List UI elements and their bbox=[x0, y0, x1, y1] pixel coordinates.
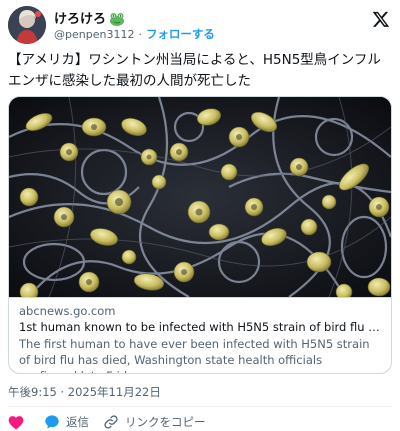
link-preview-card[interactable]: abcnews.go.com 1st human known to be inf… bbox=[8, 96, 392, 374]
user-handle[interactable]: @penpen3112 bbox=[54, 28, 134, 41]
link-description: The first human to have ever been infect… bbox=[19, 337, 370, 373]
link-title: 1st human known to be infected with H5N5… bbox=[19, 320, 381, 334]
reply-button[interactable]: 返信 bbox=[44, 414, 89, 430]
like-button[interactable] bbox=[8, 415, 30, 430]
link-icon bbox=[103, 414, 119, 430]
tweet-header: けろけろ @penpen3112 · フォローする bbox=[8, 4, 392, 44]
copy-link-button[interactable]: リンクをコピー bbox=[103, 414, 206, 430]
display-name[interactable]: けろけろ bbox=[54, 8, 106, 27]
tweet-embed-card: けろけろ @penpen3112 · フォローする 【アメリカ】ワシントン州当局… bbox=[0, 0, 400, 431]
link-domain: abcnews.go.com bbox=[19, 304, 116, 318]
avatar[interactable] bbox=[8, 6, 46, 44]
tweet-timestamp[interactable]: 午後9:15 · 2025年11月22日 bbox=[8, 384, 161, 400]
copy-link-label: リンクをコピー bbox=[125, 415, 206, 429]
link-card-info[interactable]: abcnews.go.com 1st human known to be inf… bbox=[9, 297, 391, 373]
article-image[interactable] bbox=[9, 97, 391, 297]
follow-button[interactable]: フォローする bbox=[146, 26, 215, 42]
frog-icon bbox=[109, 11, 125, 26]
tweet-text: 【アメリカ】ワシントン州当局によると、H5N5型鳥インフルエンザに感染した最初の… bbox=[8, 52, 381, 89]
speech-bubble-icon bbox=[44, 414, 60, 430]
heart-icon bbox=[8, 415, 24, 430]
x-logo-icon[interactable] bbox=[372, 10, 390, 28]
action-bar: 返信 リンクをコピー bbox=[8, 414, 206, 430]
separator-dot: · bbox=[138, 27, 142, 41]
reply-label: 返信 bbox=[66, 415, 89, 429]
divider bbox=[8, 406, 392, 407]
